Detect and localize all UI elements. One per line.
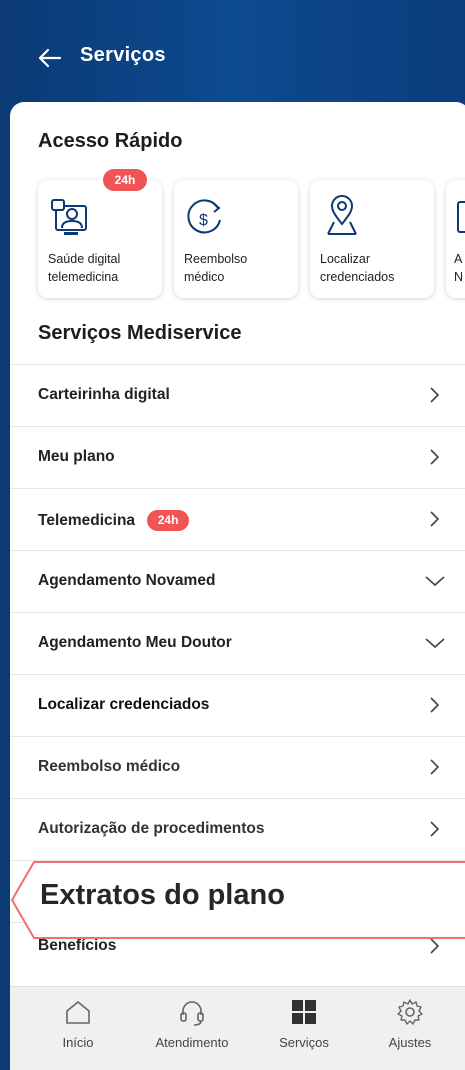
back-arrow-icon[interactable] [36,44,64,72]
chevron-right-icon [430,511,440,527]
chevron-down-icon [425,638,445,649]
quick-card-label: Localizar credenciados [320,252,395,284]
list-item-label: Autorização de procedimentos [38,820,265,837]
chevron-right-icon [430,821,440,837]
badge-24h: 24h [103,169,147,191]
list-item-label: Meu plano [38,448,115,465]
tab-ajustes[interactable]: Ajustes [360,997,460,1050]
list-item-label: Localizar credenciados [38,696,210,713]
quick-card-label: A N [454,252,464,284]
list-item-reembolso[interactable]: Reembolso médico [10,736,465,799]
quick-card-more[interactable]: A N [446,180,465,298]
money-refresh-icon: $ [187,199,221,234]
quick-card-locate[interactable]: Localizar credenciados [310,180,434,298]
gear-icon [397,999,423,1025]
quick-card-label: Reembolso médico [184,252,248,284]
tab-atendimento[interactable]: Atendimento [142,997,242,1050]
list-item-autorizacao[interactable]: Autorização de procedimentos [10,798,465,861]
tab-servicos[interactable]: Serviços [254,997,354,1050]
list-item-localizar-credenciados[interactable]: Localizar credenciados [10,674,465,737]
svg-text:$: $ [199,212,208,229]
list-item-label: Agendamento Meu Doutor [38,634,232,651]
list-item-label: Carteirinha digital [38,386,170,403]
map-pin-icon [327,195,357,235]
quick-access-title: Acesso Rápido [38,130,183,152]
app-header: Serviços [0,0,465,110]
list-item-label: Agendamento Novamed [38,572,216,589]
doctor-screen-icon [51,199,87,235]
list-item-agendamento-novamed[interactable]: Agendamento Novamed [10,550,465,613]
grid-icon [292,1000,316,1024]
list-item-label: Telemedicina 24h [38,510,190,531]
chevron-right-icon [430,697,440,713]
tab-inicio[interactable]: Início [28,997,128,1050]
bottom-tab-bar: Início Atendimento Serviços Ajustes [10,986,465,1070]
page-title: Serviços [80,44,166,66]
quick-card-reimbursement[interactable]: $ Reembolso médico [174,180,298,298]
list-item-meu-plano[interactable]: Meu plano [10,426,465,489]
document-icon [457,201,465,233]
headset-icon [180,1001,204,1026]
list-item-label: Reembolso médico [38,758,181,775]
badge-24h: 24h [147,510,190,531]
services-title: Serviços Mediservice [38,322,242,344]
quick-card-telemedicine[interactable]: Saúde digital telemedicina [38,180,162,298]
extratos-label[interactable]: Extratos do plano [40,879,285,912]
chevron-right-icon [430,387,440,403]
chevron-right-icon [430,449,440,465]
list-item-agendamento-meu-doutor[interactable]: Agendamento Meu Doutor [10,612,465,675]
list-item-carteirinha[interactable]: Carteirinha digital [10,364,465,427]
chevron-down-icon [425,576,445,587]
quick-card-label: Saúde digital telemedicina [48,252,121,284]
chevron-right-icon [430,759,440,775]
home-icon [66,1001,90,1024]
list-item-telemedicina[interactable]: Telemedicina 24h [10,488,465,551]
